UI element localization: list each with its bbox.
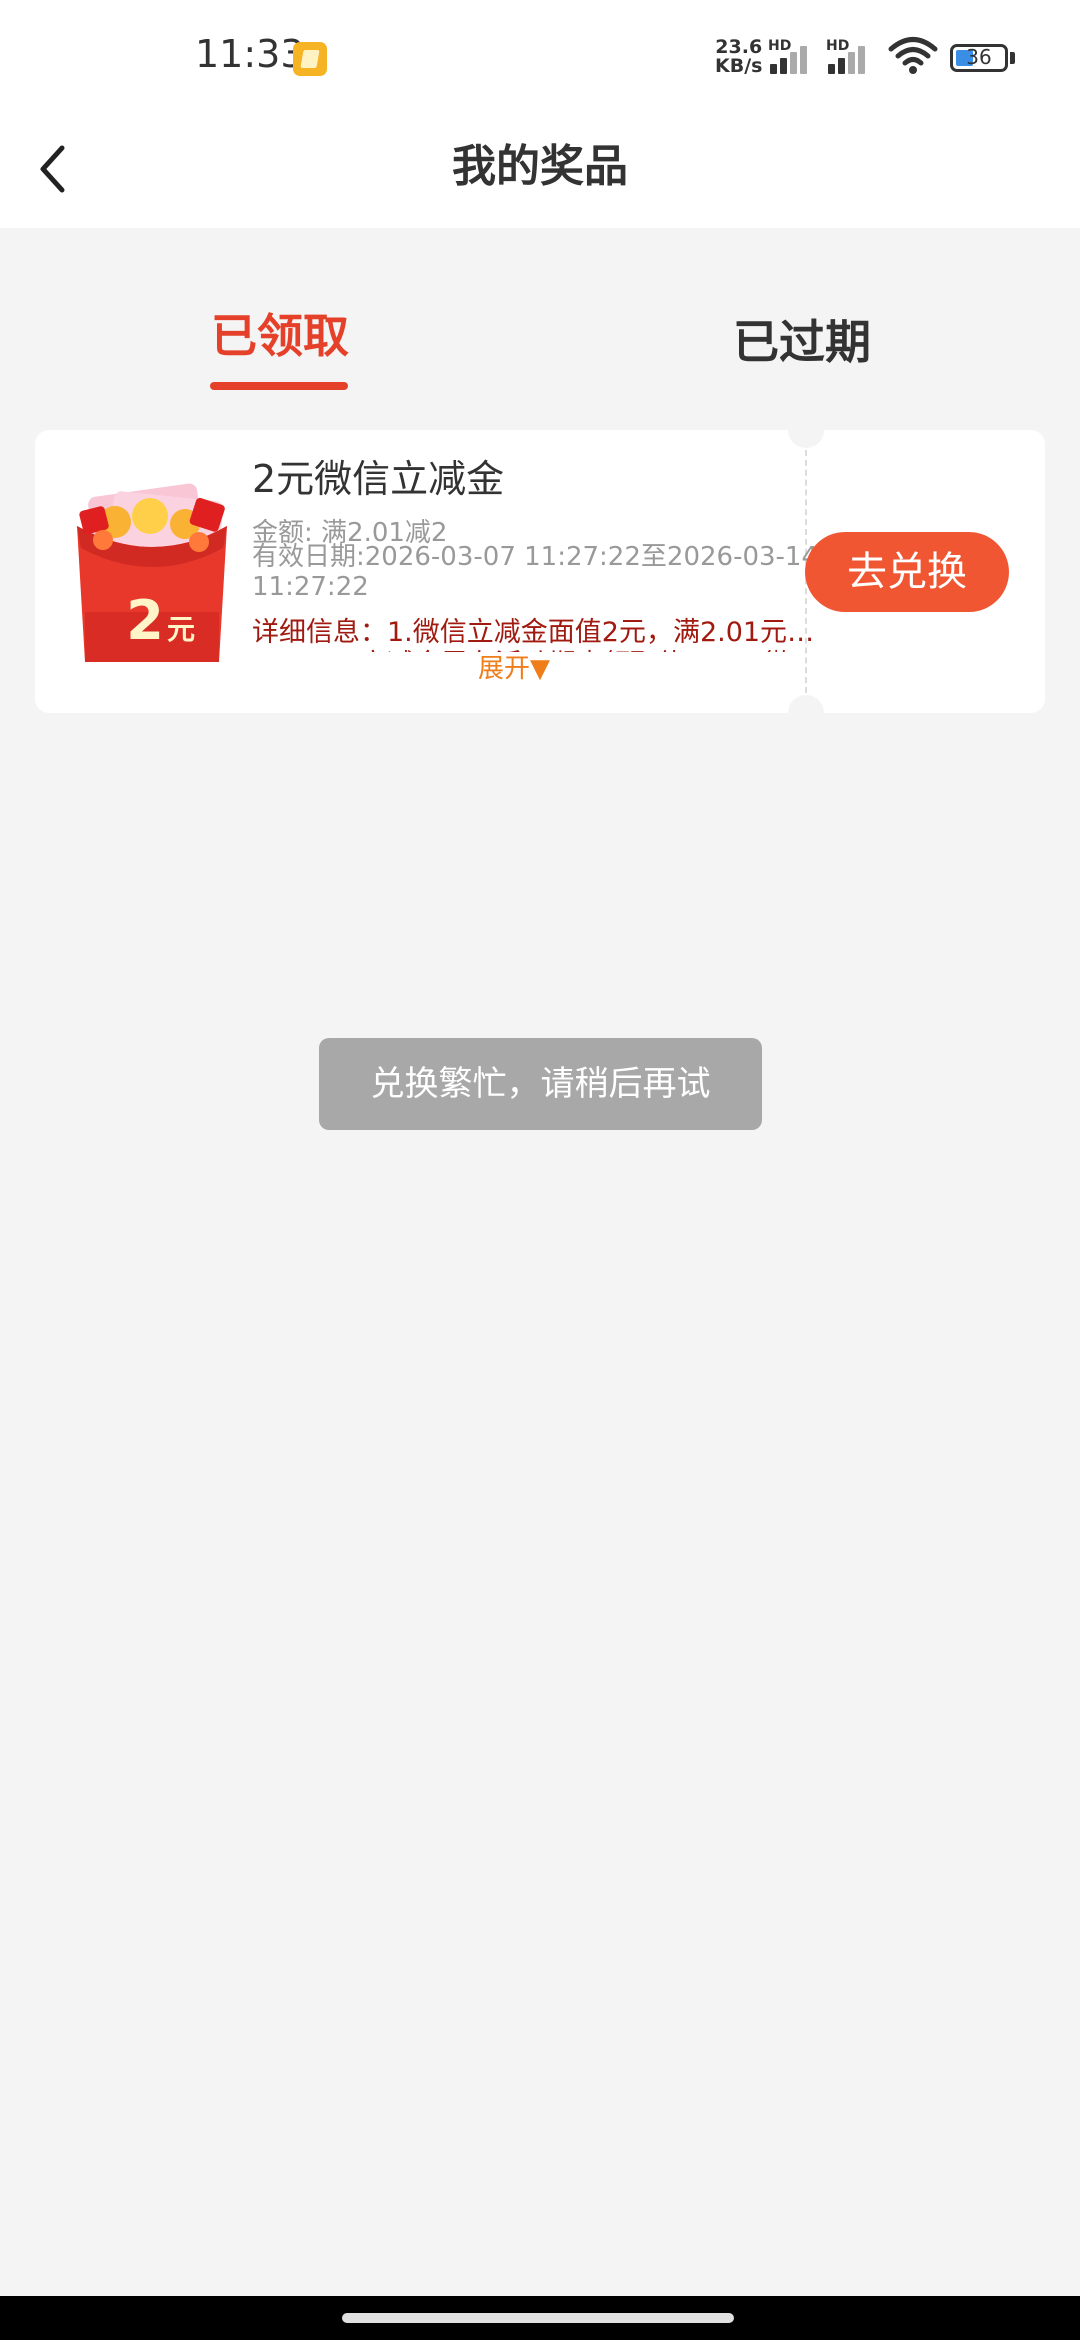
card-notch (788, 695, 824, 713)
gallery-notification-icon (293, 42, 327, 76)
page-title: 我的奖品 (452, 141, 628, 192)
status-time: 11:33 (195, 32, 305, 76)
red-envelope-amount-number: 2 (126, 589, 164, 652)
battery-level-text: 36 (966, 45, 992, 69)
network-speed: 23.6 KB/s (715, 38, 762, 76)
redeem-button[interactable]: 去兑换 (805, 532, 1009, 612)
wifi-icon (888, 37, 938, 74)
prize-card: 2 元 2元微信立减金 金额: 满2.01减2 有效日期:2026-03-07 … (35, 430, 1045, 713)
signal-icon (770, 40, 816, 74)
tab-received[interactable]: 已领取 (211, 300, 349, 366)
prize-validity: 有效日期:2026-03-07 11:27:22至2026-03-14 11:2… (252, 542, 818, 602)
toast-message: 兑换繁忙，请稍后再试 (319, 1038, 762, 1130)
home-indicator[interactable] (342, 2313, 734, 2323)
header-bar: 我的奖品 (0, 110, 1080, 228)
battery-icon: 36 (950, 44, 1008, 72)
card-notch (788, 430, 824, 448)
battery-tip (1010, 52, 1015, 64)
prize-title: 2元微信立减金 (252, 457, 505, 501)
status-bar: 11:33 23.6 KB/s HD HD 36 (0, 0, 1080, 110)
tab-expired[interactable]: 已过期 (733, 306, 871, 372)
signal-icon (828, 40, 874, 74)
red-envelope-amount-unit: 元 (167, 613, 195, 646)
red-envelope-image: 2 元 (77, 483, 227, 662)
network-speed-unit: KB/s (715, 55, 763, 77)
tab-active-indicator (210, 382, 348, 390)
tab-bar: 已领取 已过期 (0, 228, 1080, 398)
expand-details-link[interactable]: 展开▼ (478, 648, 550, 685)
